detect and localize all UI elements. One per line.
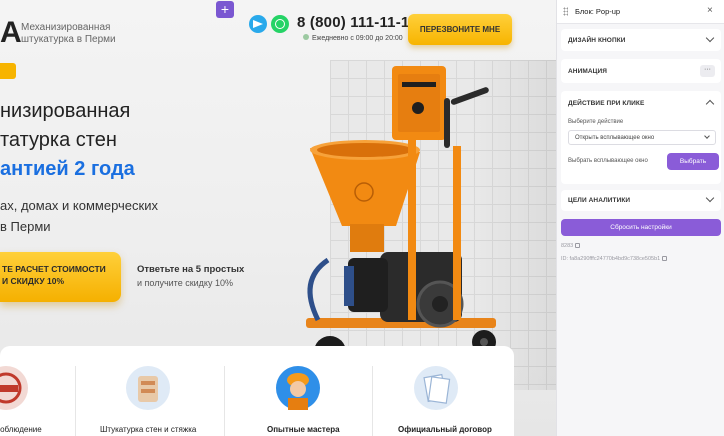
block-settings-panel: Блок: Pop-up × ДИЗАЙН КНОПКИ АНИМАЦИЯ ··…: [556, 0, 724, 436]
chevron-down-icon: [704, 133, 710, 139]
action-select[interactable]: Открыть всплывающее окно: [568, 130, 716, 145]
phone-number[interactable]: 8 (800) 111-11-10: [297, 14, 418, 31]
whatsapp-icon[interactable]: [271, 15, 289, 33]
reset-settings-button[interactable]: Сбросить настройки: [561, 219, 721, 236]
section-button-design[interactable]: ДИЗАЙН КНОПКИ: [561, 29, 721, 51]
card-divider: [224, 366, 225, 436]
popup-label: Выбрать всплывающее окно: [568, 158, 648, 164]
quiz-subline: и получите скидку 10%: [137, 278, 233, 288]
section-title: ДИЗАЙН КНОПКИ: [568, 37, 626, 44]
app-root: A Механизированная штукатурка в Перми + …: [0, 0, 724, 436]
block-number-text: 8283: [561, 243, 574, 249]
section-animation[interactable]: АНИМАЦИЯ ···: [561, 59, 721, 83]
card-label: соблюдение: [0, 425, 42, 434]
section-title: АНИМАЦИЯ: [568, 68, 608, 75]
card-divider: [372, 366, 373, 436]
drag-handle-icon[interactable]: [563, 7, 568, 16]
panel-title: Блок: Pop-up: [575, 7, 621, 16]
copy-icon[interactable]: [662, 256, 668, 261]
plaster-bags-icon: [126, 366, 170, 410]
promo-badge: [0, 63, 16, 79]
action-label: Выберите действие: [568, 119, 624, 125]
more-options-button[interactable]: ···: [700, 65, 715, 77]
action-select-value: Открыть всплывающее окно: [575, 135, 655, 141]
block-id-text: ID: fa8a290fffc24770b4bd9c738ce505b1: [561, 256, 661, 262]
copy-icon[interactable]: [575, 243, 581, 248]
calculate-cost-button[interactable]: ТЕ РАСЧЕТ СТОИМОСТИ И СКИДКУ 10%: [0, 252, 121, 302]
chevron-down-icon[interactable]: [705, 193, 715, 203]
cta-line-1: ТЕ РАСЧЕТ СТОИМОСТИ: [2, 264, 106, 274]
status-dot: [303, 34, 309, 40]
site-logo[interactable]: A: [0, 16, 22, 50]
hours-text: Ежедневно с 09:00 до 20:00: [312, 35, 403, 42]
quiz-headline: Ответьте на 5 простых: [137, 264, 245, 275]
site-tagline: Механизированная штукатурка в Перми: [21, 22, 141, 46]
stamp-icon: [0, 366, 28, 410]
chevron-up-icon[interactable]: [705, 99, 715, 109]
close-icon[interactable]: ×: [707, 5, 713, 16]
telegram-icon[interactable]: [249, 15, 267, 33]
hero-title-line-3: антией 2 года: [0, 158, 135, 180]
hero-title-line-2: татурка стен: [0, 129, 117, 151]
section-click-action: ДЕЙСТВИЕ ПРИ КЛИКЕ Выберите действие Отк…: [561, 91, 721, 184]
section-title[interactable]: ДЕЙСТВИЕ ПРИ КЛИКЕ: [568, 100, 644, 107]
block-number: 8283: [561, 243, 581, 249]
add-block-button[interactable]: +: [216, 1, 234, 18]
card-label: Опытные мастера: [267, 425, 340, 434]
hero-title-line-1: низированная: [0, 100, 131, 122]
working-hours: Ежедневно с 09:00 до 20:00: [303, 34, 403, 42]
tagline-line-2: штукатурка в Перми: [21, 34, 116, 45]
hero-subtitle-line-1: ах, домах и коммерческих: [0, 198, 158, 213]
section-title: ЦЕЛИ АНАЛИТИКИ: [568, 197, 631, 204]
hero-subtitle-line-2: в Перми: [0, 219, 51, 234]
choose-popup-button[interactable]: Выбрать: [667, 153, 719, 170]
card-label: Официальный договор: [398, 425, 492, 434]
chevron-down-icon[interactable]: [705, 33, 715, 43]
cta-line-2: И СКИДКУ 10%: [2, 276, 65, 286]
worker-icon: [276, 366, 320, 410]
callback-button[interactable]: ПЕРЕЗВОНИТЕ МНЕ: [408, 14, 512, 45]
block-id: ID: fa8a290fffc24770b4bd9c738ce505b1: [561, 256, 668, 262]
contract-icon: [414, 366, 458, 410]
card-divider: [75, 366, 76, 436]
panel-header: Блок: Pop-up ×: [557, 0, 724, 24]
section-analytics[interactable]: ЦЕЛИ АНАЛИТИКИ: [561, 190, 721, 211]
site-preview: A Механизированная штукатурка в Перми + …: [0, 0, 556, 436]
tagline-line-1: Механизированная: [21, 22, 111, 33]
card-label: Штукатурка стен и стяжка: [100, 425, 197, 434]
